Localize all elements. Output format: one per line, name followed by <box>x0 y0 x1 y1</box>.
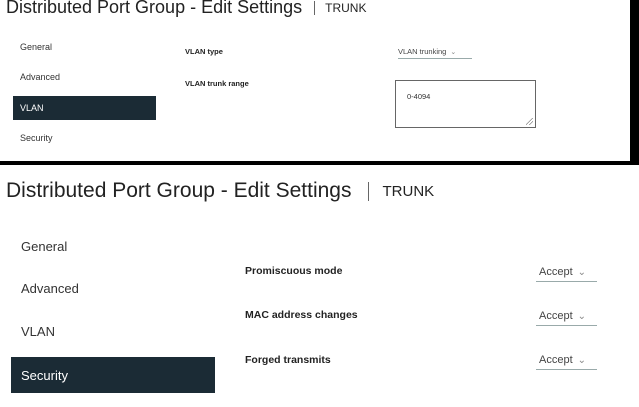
dialog-title: Distributed Port Group - Edit Settings <box>6 179 352 202</box>
forged-transmits-value: Accept <box>539 354 573 366</box>
vlan-type-value: VLAN trunking <box>398 47 447 56</box>
nav-item-advanced[interactable]: Advanced <box>13 65 156 89</box>
nav-item-label: Advanced <box>20 72 61 82</box>
mac-address-changes-value: Accept <box>539 310 573 322</box>
nav-item-label: Security <box>21 367 68 383</box>
vlan-trunk-range-value: 0-4094 <box>407 92 431 101</box>
nav-item-advanced[interactable]: Advanced <box>11 270 215 306</box>
nav-item-label: Advanced <box>21 280 79 296</box>
nav-item-security[interactable]: Security <box>13 126 156 150</box>
vlan-type-select[interactable]: VLAN trunking ⌄ <box>398 45 472 59</box>
promiscuous-mode-label: Promiscuous mode <box>245 265 343 277</box>
promiscuous-mode-select[interactable]: Accept ⌄ <box>536 263 597 282</box>
promiscuous-mode-value: Accept <box>539 266 573 278</box>
mac-address-changes-label: MAC address changes <box>245 309 358 321</box>
nav-item-security[interactable]: Security <box>11 357 215 393</box>
chevron-down-icon: ⌄ <box>577 354 587 366</box>
nav-item-label: VLAN <box>20 103 44 113</box>
chevron-down-icon: ⌄ <box>577 310 587 322</box>
nav-item-general[interactable]: General <box>11 228 215 264</box>
nav-item-label: Security <box>20 133 53 143</box>
dialog-title: Distributed Port Group - Edit Settings <box>6 0 303 17</box>
forged-transmits-label: Forged transmits <box>245 354 331 366</box>
nav-item-label: General <box>20 42 53 52</box>
chevron-down-icon: ⌄ <box>577 266 587 278</box>
nav-item-general[interactable]: General <box>13 35 156 59</box>
forged-transmits-select[interactable]: Accept ⌄ <box>536 351 597 370</box>
nav-item-label: VLAN <box>21 323 55 339</box>
chevron-down-icon: ⌄ <box>450 48 457 56</box>
vlan-trunk-range-label: VLAN trunk range <box>185 79 249 88</box>
vlan-type-label: VLAN type <box>185 47 223 56</box>
resize-grip-icon[interactable] <box>526 118 533 125</box>
nav-item-vlan[interactable]: VLAN <box>13 96 156 120</box>
dialog-subtitle: TRUNK <box>325 0 367 15</box>
dialog-header: Distributed Port Group - Edit Settings T… <box>6 179 434 203</box>
dialog-header: Distributed Port Group - Edit Settings T… <box>6 0 366 18</box>
title-separator <box>367 181 369 201</box>
title-separator <box>314 0 316 15</box>
mac-address-changes-select[interactable]: Accept ⌄ <box>536 307 597 326</box>
security-settings-dialog: Distributed Port Group - Edit Settings T… <box>0 165 639 407</box>
vlan-settings-dialog: Distributed Port Group - Edit Settings T… <box>0 0 630 161</box>
nav-item-label: General <box>21 238 68 254</box>
vlan-trunk-range-input[interactable]: 0-4094 <box>395 80 536 128</box>
dialog-subtitle: TRUNK <box>382 182 435 200</box>
nav-item-vlan[interactable]: VLAN <box>11 313 215 349</box>
